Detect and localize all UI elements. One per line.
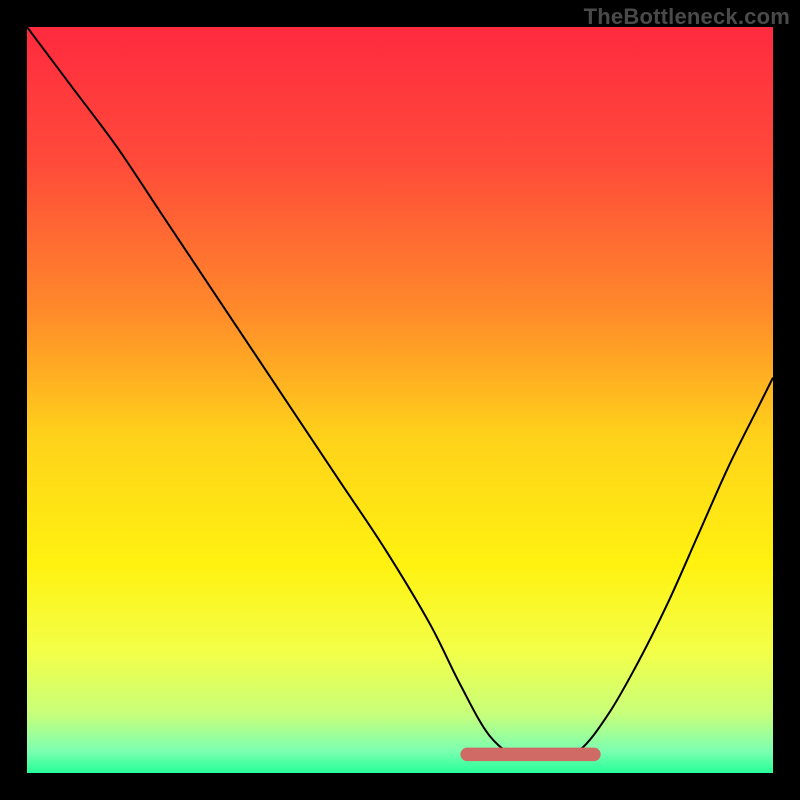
chart-frame: TheBottleneck.com — [0, 0, 800, 800]
plot-area — [27, 27, 773, 773]
bottleneck-curve — [27, 27, 773, 760]
curve-layer — [27, 27, 773, 773]
watermark-text: TheBottleneck.com — [584, 4, 790, 30]
